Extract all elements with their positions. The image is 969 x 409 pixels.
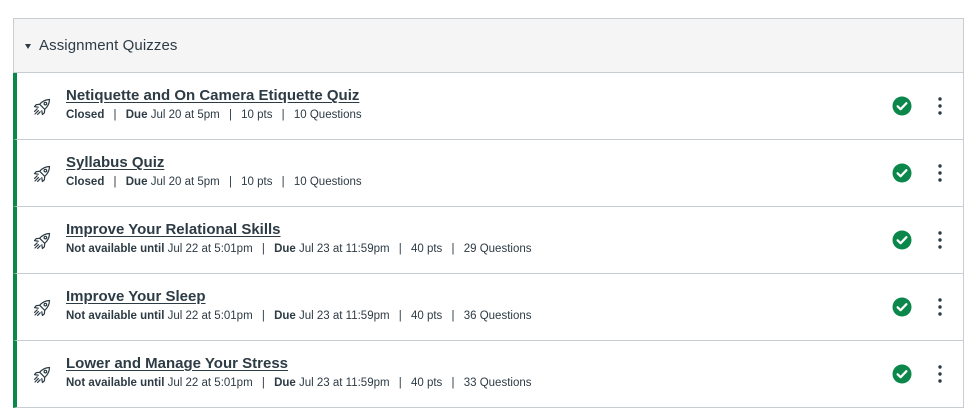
quiz-due-date: Jul 20 at 5pm <box>150 109 220 121</box>
quiz-points: 10 pts <box>241 176 273 188</box>
quiz-status-label: Closed <box>66 109 105 121</box>
meta-separator: | <box>451 310 455 322</box>
quiz-title-link[interactable]: Netiquette and On Camera Etiquette Quiz <box>66 87 359 104</box>
meta-separator: | <box>451 243 455 255</box>
rocket-icon <box>32 365 52 385</box>
meta-separator: | <box>113 176 117 188</box>
quiz-due-label: Due <box>125 176 148 188</box>
quiz-row: Lower and Manage Your Stress Not availab… <box>13 341 963 408</box>
quiz-row: Syllabus Quiz Closed | Due Jul 20 at 5pm… <box>13 140 963 207</box>
quiz-row-content: Improve Your Relational Skills Not avail… <box>66 221 531 255</box>
assignment-group: Assignment Quizzes Netiquette and On Cam… <box>13 18 964 408</box>
quiz-points: 40 pts <box>410 377 443 389</box>
meta-separator: | <box>398 243 402 255</box>
quiz-availability: Jul 22 at 5:01pm <box>167 377 253 389</box>
meta-separator: | <box>228 109 232 121</box>
group-title: Assignment Quizzes <box>39 37 178 54</box>
quiz-title-link[interactable]: Improve Your Relational Skills <box>66 221 281 238</box>
kebab-menu-icon[interactable] <box>934 162 946 184</box>
quiz-row-content: Improve Your Sleep Not available until J… <box>66 288 531 322</box>
quiz-title-link[interactable]: Lower and Manage Your Stress <box>66 355 288 372</box>
quiz-due-label: Due <box>274 377 296 389</box>
kebab-menu-icon[interactable] <box>934 95 946 117</box>
quiz-points: 40 pts <box>410 243 443 255</box>
quiz-status-label: Not available until <box>66 243 165 255</box>
quiz-due-date: Jul 23 at 11:59pm <box>299 377 390 389</box>
check-circle-icon[interactable] <box>892 163 912 183</box>
check-circle-icon[interactable] <box>892 230 912 250</box>
meta-separator: | <box>451 377 455 389</box>
kebab-menu-icon[interactable] <box>934 296 946 318</box>
quiz-status-label: Closed <box>66 176 105 188</box>
group-header-toggle[interactable]: Assignment Quizzes <box>14 19 963 73</box>
quiz-meta: Closed | Due Jul 20 at 5pm | 10 pts | 10… <box>66 176 362 188</box>
quiz-due-date: Jul 20 at 5pm <box>150 176 220 188</box>
quiz-row-content: Syllabus Quiz Closed | Due Jul 20 at 5pm… <box>66 154 362 188</box>
meta-separator: | <box>261 243 265 255</box>
quiz-due-date: Jul 23 at 11:59pm <box>299 310 390 322</box>
quiz-meta: Not available until Jul 22 at 5:01pm | D… <box>66 377 531 389</box>
quiz-question-count: 33 Questions <box>463 377 532 389</box>
quiz-row: Improve Your Sleep Not available until J… <box>13 274 963 341</box>
quiz-question-count: 29 Questions <box>463 243 532 255</box>
quiz-meta: Not available until Jul 22 at 5:01pm | D… <box>66 310 531 322</box>
quiz-status-label: Not available until <box>66 310 165 322</box>
check-circle-icon[interactable] <box>892 364 912 384</box>
quiz-row: Netiquette and On Camera Etiquette Quiz … <box>13 73 963 140</box>
quiz-meta: Closed | Due Jul 20 at 5pm | 10 pts | 10… <box>66 109 362 121</box>
quiz-due-label: Due <box>125 109 148 121</box>
quiz-row-content: Lower and Manage Your Stress Not availab… <box>66 355 531 389</box>
kebab-menu-icon[interactable] <box>934 229 946 251</box>
quiz-question-count: 10 Questions <box>293 176 362 188</box>
quiz-due-label: Due <box>274 243 296 255</box>
quiz-question-count: 10 Questions <box>293 109 362 121</box>
rocket-icon <box>32 298 52 318</box>
meta-separator: | <box>261 377 265 389</box>
rocket-icon <box>32 97 52 117</box>
quiz-due-date: Jul 23 at 11:59pm <box>299 243 390 255</box>
quiz-points: 10 pts <box>241 109 273 121</box>
meta-separator: | <box>281 109 285 121</box>
quiz-due-label: Due <box>274 310 296 322</box>
meta-separator: | <box>228 176 232 188</box>
rocket-icon <box>32 164 52 184</box>
quiz-title-link[interactable]: Syllabus Quiz <box>66 154 164 171</box>
quiz-status-label: Not available until <box>66 377 165 389</box>
quiz-question-count: 36 Questions <box>463 310 532 322</box>
check-circle-icon[interactable] <box>892 96 912 116</box>
meta-separator: | <box>398 310 402 322</box>
quiz-title-link[interactable]: Improve Your Sleep <box>66 288 206 305</box>
check-circle-icon[interactable] <box>892 297 912 317</box>
quiz-availability: Jul 22 at 5:01pm <box>167 310 253 322</box>
meta-separator: | <box>398 377 402 389</box>
kebab-menu-icon[interactable] <box>934 363 946 385</box>
quiz-row-content: Netiquette and On Camera Etiquette Quiz … <box>66 87 362 121</box>
meta-separator: | <box>281 176 285 188</box>
quiz-row: Improve Your Relational Skills Not avail… <box>13 207 963 274</box>
rocket-icon <box>32 231 52 251</box>
meta-separator: | <box>261 310 265 322</box>
quiz-points: 40 pts <box>410 310 443 322</box>
caret-down-icon[interactable] <box>25 43 31 49</box>
meta-separator: | <box>113 109 117 121</box>
quiz-availability: Jul 22 at 5:01pm <box>167 243 253 255</box>
quiz-meta: Not available until Jul 22 at 5:01pm | D… <box>66 243 531 255</box>
